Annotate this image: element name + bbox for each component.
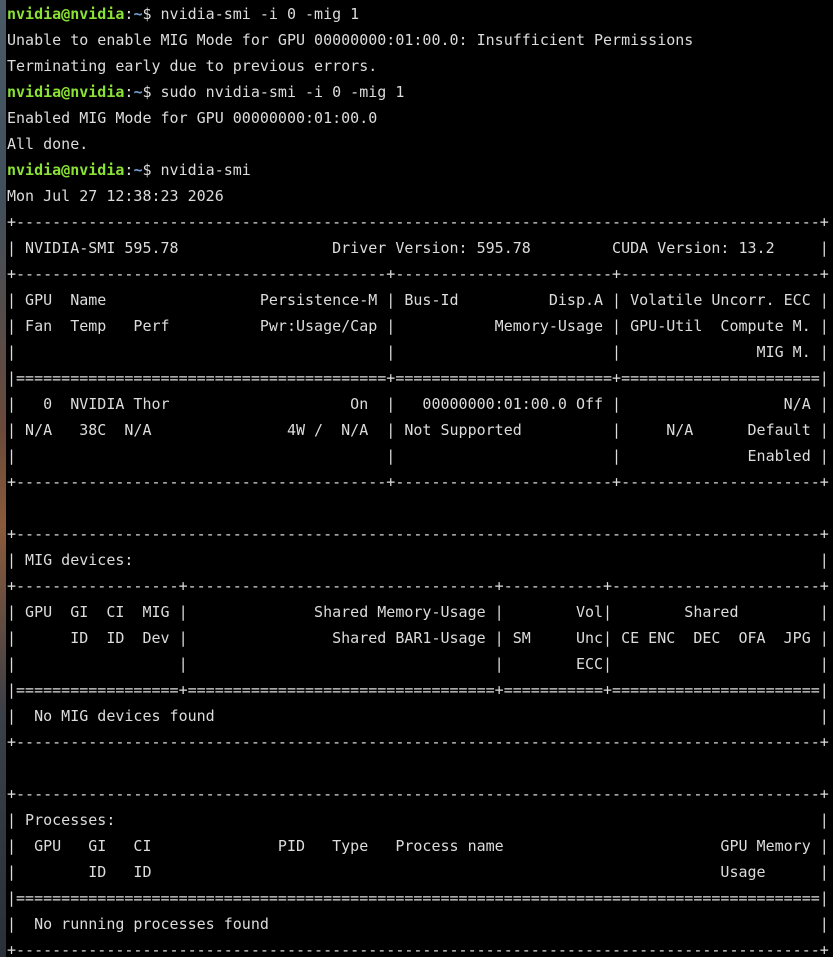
- command-text: nvidia-smi -i 0 -mig 1: [160, 5, 360, 23]
- prompt-symbol: $: [142, 5, 161, 23]
- output-line: +---------------------------------------…: [7, 213, 829, 231]
- output-line: | ID ID Dev | Shared BAR1-Usage | SM Unc…: [7, 629, 829, 647]
- terminal-output[interactable]: nvidia@nvidia:~$ nvidia-smi -i 0 -mig 1 U…: [7, 1, 829, 957]
- output-line: | Processes: |: [7, 811, 829, 829]
- output-line: | | | Enabled |: [7, 447, 829, 465]
- prompt-line: nvidia@nvidia:~$ nvidia-smi -i 0 -mig 1: [7, 1, 829, 27]
- prompt-line: nvidia@nvidia:~$ nvidia-smi: [7, 157, 829, 183]
- output-line: All done.: [7, 135, 89, 153]
- prompt-user-host: nvidia@nvidia: [7, 161, 125, 179]
- output-line: +---------------------------------------…: [7, 473, 829, 491]
- output-line: Enabled MIG Mode for GPU 00000000:01:00.…: [7, 109, 378, 127]
- prompt-symbol: $: [142, 83, 161, 101]
- output-line: +---------------------------------------…: [7, 265, 829, 283]
- output-line: | | | MIG M. |: [7, 343, 829, 361]
- output-line: | GPU GI CI MIG | Shared Memory-Usage | …: [7, 603, 829, 621]
- prompt-symbol: $: [142, 161, 161, 179]
- output-line: +---------------------------------------…: [7, 525, 829, 543]
- output-line: | GPU GI CI PID Type Process name GPU Me…: [7, 837, 829, 855]
- output-line: +------------------+--------------------…: [7, 577, 829, 595]
- prompt-user-host: nvidia@nvidia: [7, 5, 125, 23]
- prompt-line: nvidia@nvidia:~$ sudo nvidia-smi -i 0 -m…: [7, 79, 829, 105]
- output-line: | MIG devices: |: [7, 551, 829, 569]
- output-line: |=======================================…: [7, 889, 829, 907]
- output-line: | 0 NVIDIA Thor On | 00000000:01:00.0 Of…: [7, 395, 829, 413]
- prompt-user-host: nvidia@nvidia: [7, 83, 125, 101]
- output-line: Mon Jul 27 12:38:23 2026: [7, 187, 224, 205]
- output-line: | No MIG devices found |: [7, 707, 829, 725]
- output-line: Terminating early due to previous errors…: [7, 57, 378, 75]
- output-line: | | | ECC| |: [7, 655, 829, 673]
- output-line: +---------------------------------------…: [7, 785, 829, 803]
- desktop-wallpaper-strip: [0, 0, 6, 957]
- output-line: Unable to enable MIG Mode for GPU 000000…: [7, 31, 694, 49]
- output-line: | No running processes found |: [7, 915, 829, 933]
- output-line: |==================+====================…: [7, 681, 829, 699]
- output-line: | ID ID Usage |: [7, 863, 829, 881]
- command-text: sudo nvidia-smi -i 0 -mig 1: [160, 83, 405, 101]
- output-line: | N/A 38C N/A 4W / N/A | Not Supported |…: [7, 421, 829, 439]
- output-line: +---------------------------------------…: [7, 733, 829, 751]
- output-line: | GPU Name Persistence-M | Bus-Id Disp.A…: [7, 291, 829, 309]
- output-line: | NVIDIA-SMI 595.78 Driver Version: 595.…: [7, 239, 829, 257]
- terminal-window[interactable]: nvidia@nvidia:~$ nvidia-smi -i 0 -mig 1 U…: [0, 0, 833, 957]
- output-line: +---------------------------------------…: [7, 941, 829, 957]
- output-line: | Fan Temp Perf Pwr:Usage/Cap | Memory-U…: [7, 317, 829, 335]
- command-text: nvidia-smi: [160, 161, 251, 179]
- output-line: |=======================================…: [7, 369, 829, 387]
